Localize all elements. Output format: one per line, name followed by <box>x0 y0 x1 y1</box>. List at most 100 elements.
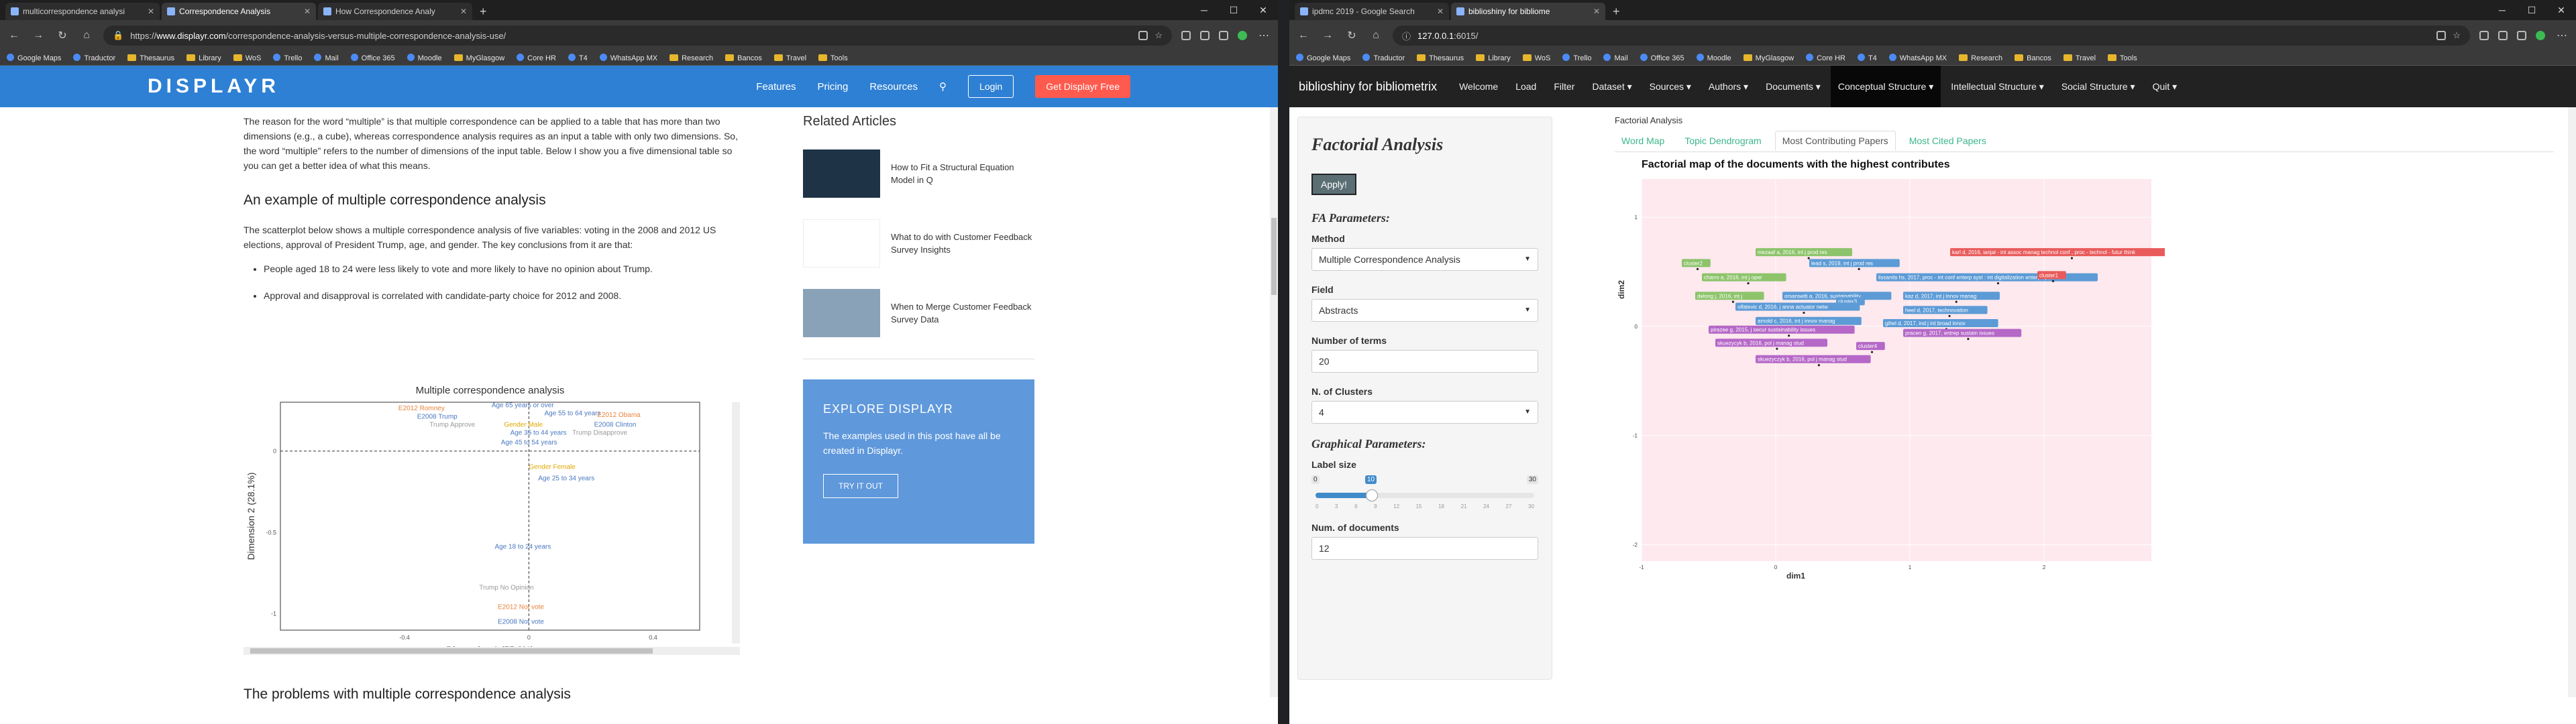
bookmark-item[interactable]: Moodle <box>407 54 442 62</box>
bookmark-item[interactable]: Tools <box>2108 54 2137 62</box>
clusters-select[interactable]: 4 ▼ <box>1311 401 1538 424</box>
bookmark-item[interactable]: MyGlasgow <box>1743 54 1794 62</box>
related-article[interactable]: When to Merge Customer Feedback Survey D… <box>803 289 1034 337</box>
bookmark-item[interactable]: WoS <box>1522 54 1550 62</box>
address-bar[interactable]: ⓘ 127.0.0.1:6015/ ☆ <box>1393 25 2470 46</box>
bookmark-item[interactable]: Google Maps <box>1296 54 1350 62</box>
slider-handle[interactable] <box>1366 489 1378 501</box>
collections-icon[interactable] <box>1200 31 1210 40</box>
nav-pricing[interactable]: Pricing <box>817 81 848 93</box>
bookmark-item[interactable]: Traductor <box>73 54 115 62</box>
scrollbar-thumb[interactable] <box>1271 218 1277 295</box>
menu-item[interactable]: Documents ▾ <box>1758 66 1828 107</box>
bookmark-item[interactable]: Core HR <box>517 54 556 62</box>
reader-icon[interactable] <box>1138 31 1148 40</box>
bookmark-item[interactable]: MyGlasgow <box>453 54 504 62</box>
more-icon[interactable]: ⋯ <box>2555 29 2569 42</box>
star-icon[interactable]: ☆ <box>2453 30 2461 41</box>
favorites-icon[interactable] <box>1181 31 1191 40</box>
label-size-slider[interactable]: 0 30 10 0 3 6 9 12 15 18 21 24 27 30 <box>1311 474 1538 514</box>
method-select[interactable]: Multiple Correspondence Analysis ▼ <box>1311 248 1538 271</box>
address-bar[interactable]: 🔒 https://www.displayr.com/correspondenc… <box>103 25 1172 46</box>
related-article[interactable]: How to Fit a Structural Equation Model i… <box>803 149 1034 198</box>
close-icon[interactable]: ✕ <box>1593 7 1600 16</box>
bookmark-item[interactable]: Tools <box>818 54 848 62</box>
bookmark-item[interactable]: Travel <box>2063 54 2096 62</box>
bookmark-item[interactable]: Core HR <box>1806 54 1845 62</box>
related-article[interactable]: What to do with Customer Feedback Survey… <box>803 219 1034 267</box>
bookmark-item[interactable]: Library <box>1476 54 1511 62</box>
menu-item[interactable]: Sources ▾ <box>1642 66 1699 107</box>
login-button[interactable]: Login <box>968 75 1014 98</box>
result-tab[interactable]: Topic Dendrogram <box>1678 131 1768 150</box>
bookmark-item[interactable]: Office 365 <box>1640 54 1684 62</box>
close-icon[interactable]: ✕ <box>460 7 467 16</box>
nav-features[interactable]: Features <box>756 81 796 93</box>
bookmark-item[interactable]: WoS <box>233 54 261 62</box>
bookmark-item[interactable]: Moodle <box>1696 54 1731 62</box>
reload-icon[interactable]: ↻ <box>55 29 70 42</box>
browser-tab[interactable]: multicorrespondence analysi ✕ <box>5 3 160 20</box>
bookmark-item[interactable]: Travel <box>773 54 806 62</box>
menu-item[interactable]: Filter <box>1546 66 1582 107</box>
reload-icon[interactable]: ↻ <box>1344 29 1359 42</box>
menu-item[interactable]: Dataset ▾ <box>1585 66 1639 107</box>
home-icon[interactable]: ⌂ <box>79 29 94 42</box>
share-icon[interactable] <box>1219 31 1228 40</box>
minimize-icon[interactable]: ─ <box>1189 0 1219 20</box>
bookmark-item[interactable]: Trello <box>1562 54 1591 62</box>
browser-tab[interactable]: ipdmc 2019 - Google Search ✕ <box>1295 3 1449 20</box>
bookmark-item[interactable]: Google Maps <box>7 54 61 62</box>
bookmark-item[interactable]: Library <box>186 54 221 62</box>
related-article-link[interactable]: When to Merge Customer Feedback Survey D… <box>891 300 1034 326</box>
menu-item[interactable]: Authors ▾ <box>1701 66 1756 107</box>
menu-item[interactable]: Intellectual Structure ▾ <box>1943 66 2051 107</box>
bookmark-item[interactable]: Thesaurus <box>127 54 174 62</box>
maximize-icon[interactable]: ☐ <box>2517 0 2546 20</box>
menu-item[interactable]: Welcome <box>1452 66 1505 107</box>
browser-tab-active[interactable]: biblioshiny for bibliome ✕ <box>1451 3 1605 20</box>
result-tab[interactable]: Most Cited Papers <box>1902 131 1993 150</box>
minimize-icon[interactable]: ─ <box>2487 0 2517 20</box>
share-icon[interactable] <box>2517 31 2526 40</box>
extension-icon[interactable] <box>2536 31 2545 40</box>
browser-tab-active[interactable]: Correspondence Analysis ✕ <box>162 3 316 20</box>
reader-icon[interactable] <box>2436 31 2447 40</box>
scrollbar-thumb[interactable] <box>250 648 653 654</box>
app-brand[interactable]: biblioshiny for bibliometrix <box>1299 80 1437 94</box>
browser-tab[interactable]: How Correspondence Analy ✕ <box>318 3 472 20</box>
bookmark-item[interactable]: Bancos <box>725 54 762 62</box>
bookmark-item[interactable]: Traductor <box>1362 54 1405 62</box>
bookmark-item[interactable]: WhatsApp MX <box>1888 54 1947 62</box>
bookmark-item[interactable]: Research <box>669 54 713 62</box>
result-tab[interactable]: Most Contributing Papers <box>1774 131 1896 151</box>
search-icon[interactable]: ⚲ <box>939 80 947 93</box>
scrollbar[interactable] <box>2568 107 2576 697</box>
apply-button[interactable]: Apply! <box>1311 174 1356 195</box>
forward-icon[interactable]: → <box>31 29 46 42</box>
new-tab-icon[interactable]: + <box>474 3 492 20</box>
new-tab-icon[interactable]: + <box>1607 3 1625 20</box>
bookmark-item[interactable]: Mail <box>314 54 339 62</box>
close-icon[interactable]: ✕ <box>304 7 311 16</box>
close-window-icon[interactable]: ✕ <box>2546 0 2576 20</box>
close-icon[interactable]: ✕ <box>148 7 154 16</box>
forward-icon[interactable]: → <box>1320 29 1335 42</box>
menu-item[interactable]: Conceptual Structure ▾ <box>1830 66 1941 107</box>
bookmark-item[interactable]: Bancos <box>2015 54 2051 62</box>
menu-item[interactable]: Load <box>1508 66 1544 107</box>
bookmark-item[interactable]: T4 <box>1857 54 1877 62</box>
nav-resources[interactable]: Resources <box>869 81 918 93</box>
back-icon[interactable]: ← <box>1296 29 1311 42</box>
related-article-link[interactable]: How to Fit a Structural Equation Model i… <box>891 161 1034 186</box>
bookmark-item[interactable]: WhatsApp MX <box>599 54 657 62</box>
bookmark-item[interactable]: Trello <box>273 54 302 62</box>
get-displayr-free-button[interactable]: Get Displayr Free <box>1035 75 1130 98</box>
result-tab[interactable]: Word Map <box>1615 131 1671 150</box>
close-icon[interactable]: ✕ <box>1437 7 1444 16</box>
terms-input[interactable]: 20 <box>1311 350 1538 373</box>
related-article-link[interactable]: What to do with Customer Feedback Survey… <box>891 231 1034 256</box>
displayr-logo[interactable]: DISPLAYR <box>148 75 280 98</box>
collections-icon[interactable] <box>2498 31 2508 40</box>
maximize-icon[interactable]: ☐ <box>1219 0 1248 20</box>
